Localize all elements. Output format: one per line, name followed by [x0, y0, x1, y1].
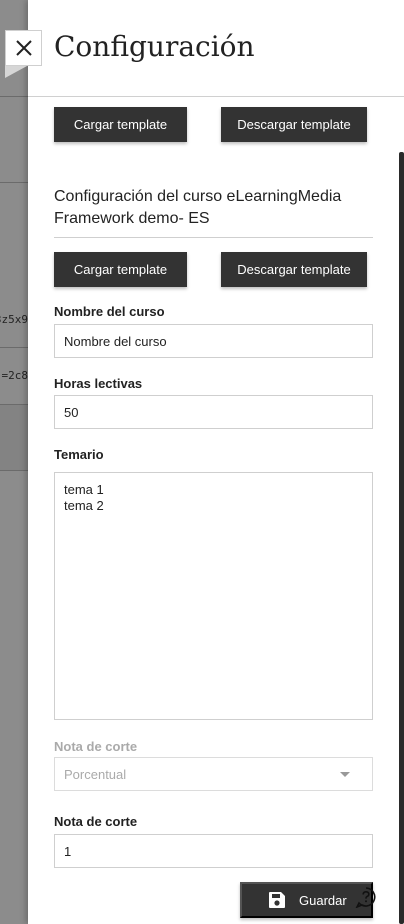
save-button-label: Guardar	[299, 892, 347, 908]
syllabus-textarea[interactable]: tema 1 tema 2	[54, 472, 373, 720]
bg-divider	[0, 470, 30, 471]
bg-text-fragment: 2c8=	[1, 369, 29, 382]
bg-row	[0, 405, 28, 470]
bg-text-fragment: 3z5x9	[0, 313, 28, 326]
course-download-template-button[interactable]: Descargar template	[221, 252, 367, 287]
chevron-down-icon	[340, 771, 350, 777]
hours-value: 50	[64, 404, 79, 420]
bg-divider	[0, 96, 30, 97]
cutoff-type-value: Porcentual	[64, 766, 127, 782]
course-name-input[interactable]: Nombre del curso	[54, 324, 373, 358]
syllabus-line: tema 1	[64, 482, 104, 497]
save-icon	[269, 892, 285, 908]
cutoff-type-select[interactable]: Porcentual	[54, 757, 373, 791]
cutoff-input[interactable]: 1	[54, 834, 373, 868]
download-template-button[interactable]: Descargar template	[221, 107, 367, 142]
load-template-button[interactable]: Cargar template	[54, 107, 187, 142]
scrollbar[interactable]	[399, 152, 404, 924]
course-load-template-button[interactable]: Cargar template	[54, 252, 187, 287]
header-divider	[28, 96, 404, 97]
save-button[interactable]: Guardar	[240, 882, 373, 918]
help-icon[interactable]	[355, 886, 377, 908]
cutoff-label: Nota de corte	[54, 814, 138, 829]
hours-input[interactable]: 50	[54, 395, 373, 429]
drawer-title: Configuración	[54, 30, 255, 63]
course-name-label: Nombre del curso	[54, 304, 165, 319]
close-icon	[15, 40, 32, 56]
cutoff-type-label: Nota de corte	[54, 739, 138, 754]
hours-label: Horas lectivas	[54, 376, 143, 391]
section-divider	[54, 237, 373, 238]
course-config-heading: Configuración del curso eLearningMedia F…	[54, 188, 342, 227]
bg-divider	[0, 182, 30, 183]
bg-divider	[0, 347, 30, 348]
close-button-tab-shadow	[5, 66, 27, 78]
course-name-value: Nombre del curso	[64, 333, 167, 349]
cutoff-value: 1	[64, 843, 72, 859]
syllabus-label: Temario	[54, 447, 104, 462]
close-button[interactable]	[5, 30, 42, 66]
syllabus-line: tema 2	[64, 498, 104, 513]
